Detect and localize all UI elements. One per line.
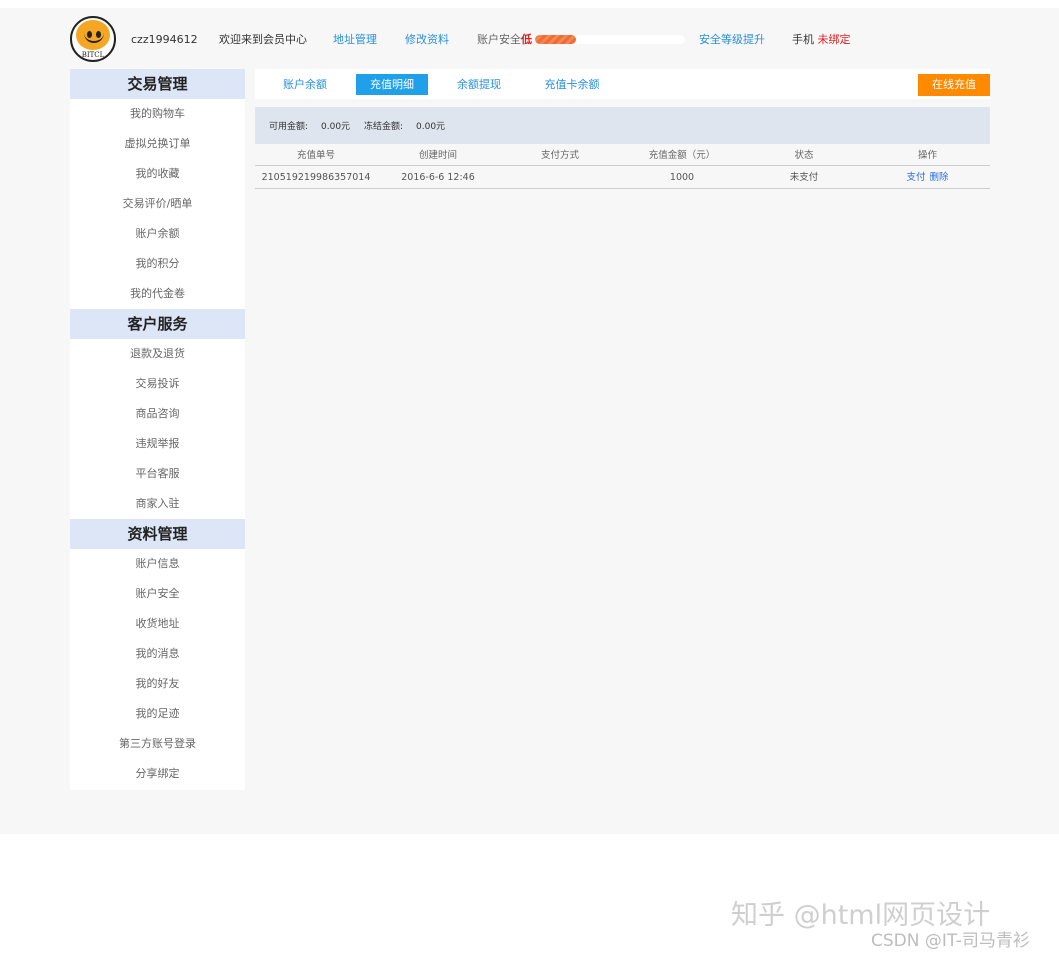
security-progress-fill <box>535 35 576 44</box>
username: czz1994612 <box>131 33 198 46</box>
address-management-link[interactable]: 地址管理 <box>333 33 377 47</box>
sidebar-item-shipping-address[interactable]: 收货地址 <box>70 609 245 639</box>
sidebar-item-points[interactable]: 我的积分 <box>70 249 245 279</box>
delete-link[interactable]: 删除 <box>930 172 949 183</box>
sidebar-item-messages[interactable]: 我的消息 <box>70 639 245 669</box>
account-security-label: 账户安全低 <box>477 33 532 47</box>
sidebar-item-vouchers[interactable]: 我的代金卷 <box>70 279 245 309</box>
column-header: 充值金额（元） <box>648 150 716 161</box>
sidebar-item-third-party-login[interactable]: 第三方账号登录 <box>70 729 245 759</box>
status-cell: 未支付 <box>789 172 819 183</box>
security-upgrade-link[interactable]: 安全等级提升 <box>699 33 765 47</box>
column-header: 支付方式 <box>540 150 579 161</box>
phone-status: 未绑定 <box>817 33 851 46</box>
sidebar-item-report[interactable]: 违规举报 <box>70 429 245 459</box>
available-value: 0.00元 <box>321 122 351 132</box>
security-label-text: 账户安全 <box>477 33 521 46</box>
tab-recharge-details[interactable]: 充值明细 <box>356 74 428 95</box>
welcome-text: 欢迎来到会员中心 <box>219 33 307 46</box>
sidebar-item-cart[interactable]: 我的购物车 <box>70 99 245 129</box>
edit-profile-link[interactable]: 修改资料 <box>405 33 449 47</box>
sidebar-item-reviews[interactable]: 交易评价/晒单 <box>70 189 245 219</box>
sidebar-item-merchant[interactable]: 商家入驻 <box>70 489 245 519</box>
tab-withdraw[interactable]: 余额提现 <box>443 74 515 95</box>
tab-account-balance[interactable]: 账户余额 <box>269 74 341 95</box>
sidebar-item-account-info[interactable]: 账户信息 <box>70 549 245 579</box>
pay-link[interactable]: 支付 <box>906 172 925 183</box>
tab-card-balance[interactable]: 充值卡余额 <box>530 74 614 95</box>
table-header: 充值单号 创建时间 支付方式 充值金额（元） 状态 操作 <box>255 146 990 166</box>
sidebar-item-support[interactable]: 平台客服 <box>70 459 245 489</box>
online-recharge-button[interactable]: 在线充值 <box>918 74 990 96</box>
sidebar-item-refunds[interactable]: 退款及退货 <box>70 339 245 369</box>
amount-cell: 1000 <box>669 172 695 183</box>
credit-text: CSDN @IT-司马青衫 <box>871 931 1030 951</box>
sidebar-item-share-binding[interactable]: 分享绑定 <box>70 759 245 789</box>
header: BITCL czz1994612 欢迎来到会员中心 地址管理 修改资料 账户安全… <box>70 14 990 64</box>
avatar[interactable]: BITCL <box>70 16 116 62</box>
phone-binding[interactable]: 手机 未绑定 <box>792 33 851 47</box>
security-level: 低 <box>521 33 532 46</box>
sidebar-item-complaints[interactable]: 交易投诉 <box>70 369 245 399</box>
payment-method-cell <box>499 166 621 188</box>
sidebar-item-account-security[interactable]: 账户安全 <box>70 579 245 609</box>
column-header: 状态 <box>794 150 814 161</box>
sidebar-item-virtual-orders[interactable]: 虚拟兑换订单 <box>70 129 245 159</box>
sidebar-section-title: 交易管理 <box>70 69 245 99</box>
security-progress-bar <box>535 35 685 44</box>
column-header: 充值单号 <box>296 150 335 161</box>
order-number-cell: 210519219986357014 <box>261 172 371 183</box>
balance-summary: 可用金额: 0.00元 冻结金额: 0.00元 <box>255 107 990 144</box>
sidebar-item-balance[interactable]: 账户余额 <box>70 219 245 249</box>
sidebar: 交易管理 我的购物车 虚拟兑换订单 我的收藏 交易评价/晒单 账户余额 我的积分… <box>70 69 245 790</box>
recharge-table: 充值单号 创建时间 支付方式 充值金额（元） 状态 操作 21051921998… <box>255 146 990 189</box>
smiley-face-icon <box>76 20 110 50</box>
created-time-cell: 2016-6-6 12:46 <box>401 172 475 183</box>
table-row: 210519219986357014 2016-6-6 12:46 1000 未… <box>255 166 990 189</box>
column-header: 操作 <box>917 150 937 161</box>
sidebar-item-favorites[interactable]: 我的收藏 <box>70 159 245 189</box>
tab-bar: 账户余额 充值明细 余额提现 充值卡余额 在线充值 <box>255 69 990 99</box>
sidebar-item-friends[interactable]: 我的好友 <box>70 669 245 699</box>
column-header: 创建时间 <box>418 150 457 161</box>
actions-cell: 支付 删除 <box>865 166 990 188</box>
phone-label: 手机 <box>792 33 814 46</box>
sidebar-item-inquiries[interactable]: 商品咨询 <box>70 399 245 429</box>
available-label: 可用金额: <box>269 122 309 132</box>
frozen-label: 冻结金额: <box>364 122 404 132</box>
avatar-logo-mark: BITCL <box>81 51 105 59</box>
sidebar-section-title: 客户服务 <box>70 309 245 339</box>
sidebar-item-footprints[interactable]: 我的足迹 <box>70 699 245 729</box>
sidebar-section-title: 资料管理 <box>70 519 245 549</box>
frozen-value: 0.00元 <box>416 122 446 132</box>
